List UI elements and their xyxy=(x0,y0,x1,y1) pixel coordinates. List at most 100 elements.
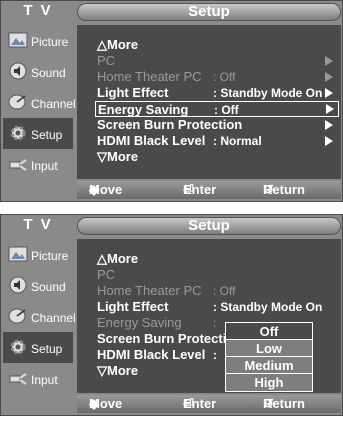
chevron-right-icon xyxy=(325,88,333,98)
more-up-label: More xyxy=(107,37,139,52)
menu-item-value: : Normal xyxy=(213,134,262,148)
more-down-label: More xyxy=(107,363,139,378)
enter-label: Enter xyxy=(183,396,217,411)
menu-item-value: : xyxy=(213,316,217,330)
menu-item-label: PC xyxy=(97,267,116,282)
move-label: Move xyxy=(89,182,123,197)
sidebar-item-label: Channel xyxy=(31,97,76,111)
sidebar-item-picture[interactable]: Picture xyxy=(3,25,73,56)
osd-menu-top: T V Setup Picture Sound Channel Setup In… xyxy=(0,0,343,202)
sidebar-item-label: Sound xyxy=(31,66,66,80)
menu-item-label: Light Effect xyxy=(97,299,169,314)
sidebar-item-input[interactable]: Input xyxy=(3,149,73,180)
return-label: Return xyxy=(263,182,305,197)
menu-item-home-theater-pc[interactable]: Home Theater PC : Off xyxy=(97,283,235,299)
enter-label: Enter xyxy=(183,182,217,197)
sidebar-item-label: Picture xyxy=(31,249,69,263)
menu-item-label: Screen Burn Protectic xyxy=(97,331,234,346)
footer-bar: ◆ Move ⏎ Enter ↺ Return xyxy=(77,395,341,413)
menu-item-value: : Standby Mode On xyxy=(213,300,323,314)
menu-item-label: HDMI Black Level xyxy=(97,347,206,362)
energy-saving-dropdown[interactable]: Off Low Medium High xyxy=(225,322,313,392)
menu-item-light-effect[interactable]: Light Effect : Standby Mode On xyxy=(97,85,337,101)
picture-icon xyxy=(8,32,28,48)
more-down-label: More xyxy=(107,149,139,164)
menu-item-energy-saving[interactable]: Energy Saving : xyxy=(97,315,216,331)
speaker-icon xyxy=(9,276,27,294)
menu-item-energy-saving[interactable]: Energy Saving : Off xyxy=(95,101,339,117)
sidebar-item-label: Setup xyxy=(31,342,63,356)
dropdown-option-high[interactable]: High xyxy=(226,374,312,391)
menu-item-hdmi-black-level[interactable]: HDMI Black Level : xyxy=(97,347,217,363)
menu-panel: △More PC Home Theater PC : Off Light Eff… xyxy=(77,25,341,179)
menu-item-value: : Off xyxy=(213,284,236,298)
chevron-right-icon xyxy=(325,56,333,66)
triangle-down-icon: ▽ xyxy=(97,149,107,164)
more-up-item[interactable]: △More xyxy=(97,251,138,267)
menu-item-light-effect[interactable]: Light Effect : Standby Mode On xyxy=(97,299,322,315)
tv-label: T V xyxy=(23,216,53,233)
dropdown-option-off[interactable]: Off xyxy=(226,323,312,340)
menu-item-screen-burn-protection[interactable]: Screen Burn Protection xyxy=(97,117,337,133)
menu-item-label: Energy Saving xyxy=(98,102,189,117)
menu-item-value: : Standby Mode On xyxy=(213,86,323,100)
dropdown-option-low[interactable]: Low xyxy=(226,340,312,357)
sidebar-item-input[interactable]: Input xyxy=(3,363,73,394)
sidebar-item-sound[interactable]: Sound xyxy=(3,270,73,301)
footer-bar: ◆ Move ⏎ Enter ↺ Return xyxy=(77,181,341,199)
menu-item-label: Home Theater PC xyxy=(97,69,202,84)
more-down-item[interactable]: ▽More xyxy=(97,149,138,165)
sidebar-item-label: Input xyxy=(31,373,58,387)
menu-item-label: Energy Saving xyxy=(97,315,182,330)
chevron-right-icon xyxy=(325,120,333,130)
menu-item-value: : Off xyxy=(213,70,236,84)
sidebar-item-label: Sound xyxy=(31,280,66,294)
menu-item-screen-burn-protection[interactable]: Screen Burn Protectic xyxy=(97,331,234,347)
triangle-up-icon: △ xyxy=(97,37,107,52)
menu-title: Setup xyxy=(77,3,341,21)
more-up-label: More xyxy=(107,251,139,266)
satellite-dish-icon xyxy=(8,94,26,110)
return-label: Return xyxy=(263,396,305,411)
menu-item-label: Home Theater PC xyxy=(97,283,202,298)
menu-item-label: Light Effect xyxy=(97,85,169,100)
satellite-dish-icon xyxy=(8,308,26,324)
input-plug-icon xyxy=(9,373,27,385)
triangle-up-icon: △ xyxy=(97,251,107,266)
sidebar-item-label: Picture xyxy=(31,35,69,49)
menu-item-hdmi-black-level[interactable]: HDMI Black Level : Normal xyxy=(97,133,337,149)
menu-item-label: HDMI Black Level xyxy=(97,133,206,148)
sidebar-item-sound[interactable]: Sound xyxy=(3,56,73,87)
speaker-icon xyxy=(9,62,27,80)
menu-item-label: Screen Burn Protection xyxy=(97,117,243,132)
move-label: Move xyxy=(89,396,123,411)
sidebar-item-picture[interactable]: Picture xyxy=(3,239,73,270)
picture-icon xyxy=(8,246,28,262)
chevron-right-icon xyxy=(325,136,333,146)
triangle-down-icon: ▽ xyxy=(97,363,107,378)
menu-item-pc[interactable]: PC xyxy=(97,53,337,69)
sidebar-item-channel[interactable]: Channel xyxy=(3,87,76,118)
menu-title: Setup xyxy=(77,217,341,235)
menu-item-home-theater-pc[interactable]: Home Theater PC : Off xyxy=(97,69,337,85)
gear-icon xyxy=(10,125,26,141)
osd-menu-bottom: T V Setup Picture Sound Channel Setup In… xyxy=(0,214,343,416)
tv-label: T V xyxy=(23,2,53,19)
menu-item-label: PC xyxy=(97,53,116,68)
gear-icon xyxy=(10,339,26,355)
sidebar-item-label: Setup xyxy=(31,128,63,142)
chevron-right-icon xyxy=(325,72,333,82)
sidebar-item-label: Input xyxy=(31,159,58,173)
sidebar-item-setup[interactable]: Setup xyxy=(3,332,73,363)
input-plug-icon xyxy=(9,159,27,171)
more-down-item[interactable]: ▽More xyxy=(97,363,138,379)
dropdown-option-medium[interactable]: Medium xyxy=(226,357,312,374)
menu-item-value: : xyxy=(213,348,217,362)
sidebar-item-setup[interactable]: Setup xyxy=(3,118,73,149)
chevron-right-icon xyxy=(326,104,334,114)
sidebar-item-channel[interactable]: Channel xyxy=(3,301,76,332)
menu-item-value: : Off xyxy=(214,103,239,117)
sidebar-item-label: Channel xyxy=(31,311,76,325)
menu-item-pc[interactable]: PC xyxy=(97,267,115,283)
more-up-item[interactable]: △More xyxy=(97,37,138,53)
